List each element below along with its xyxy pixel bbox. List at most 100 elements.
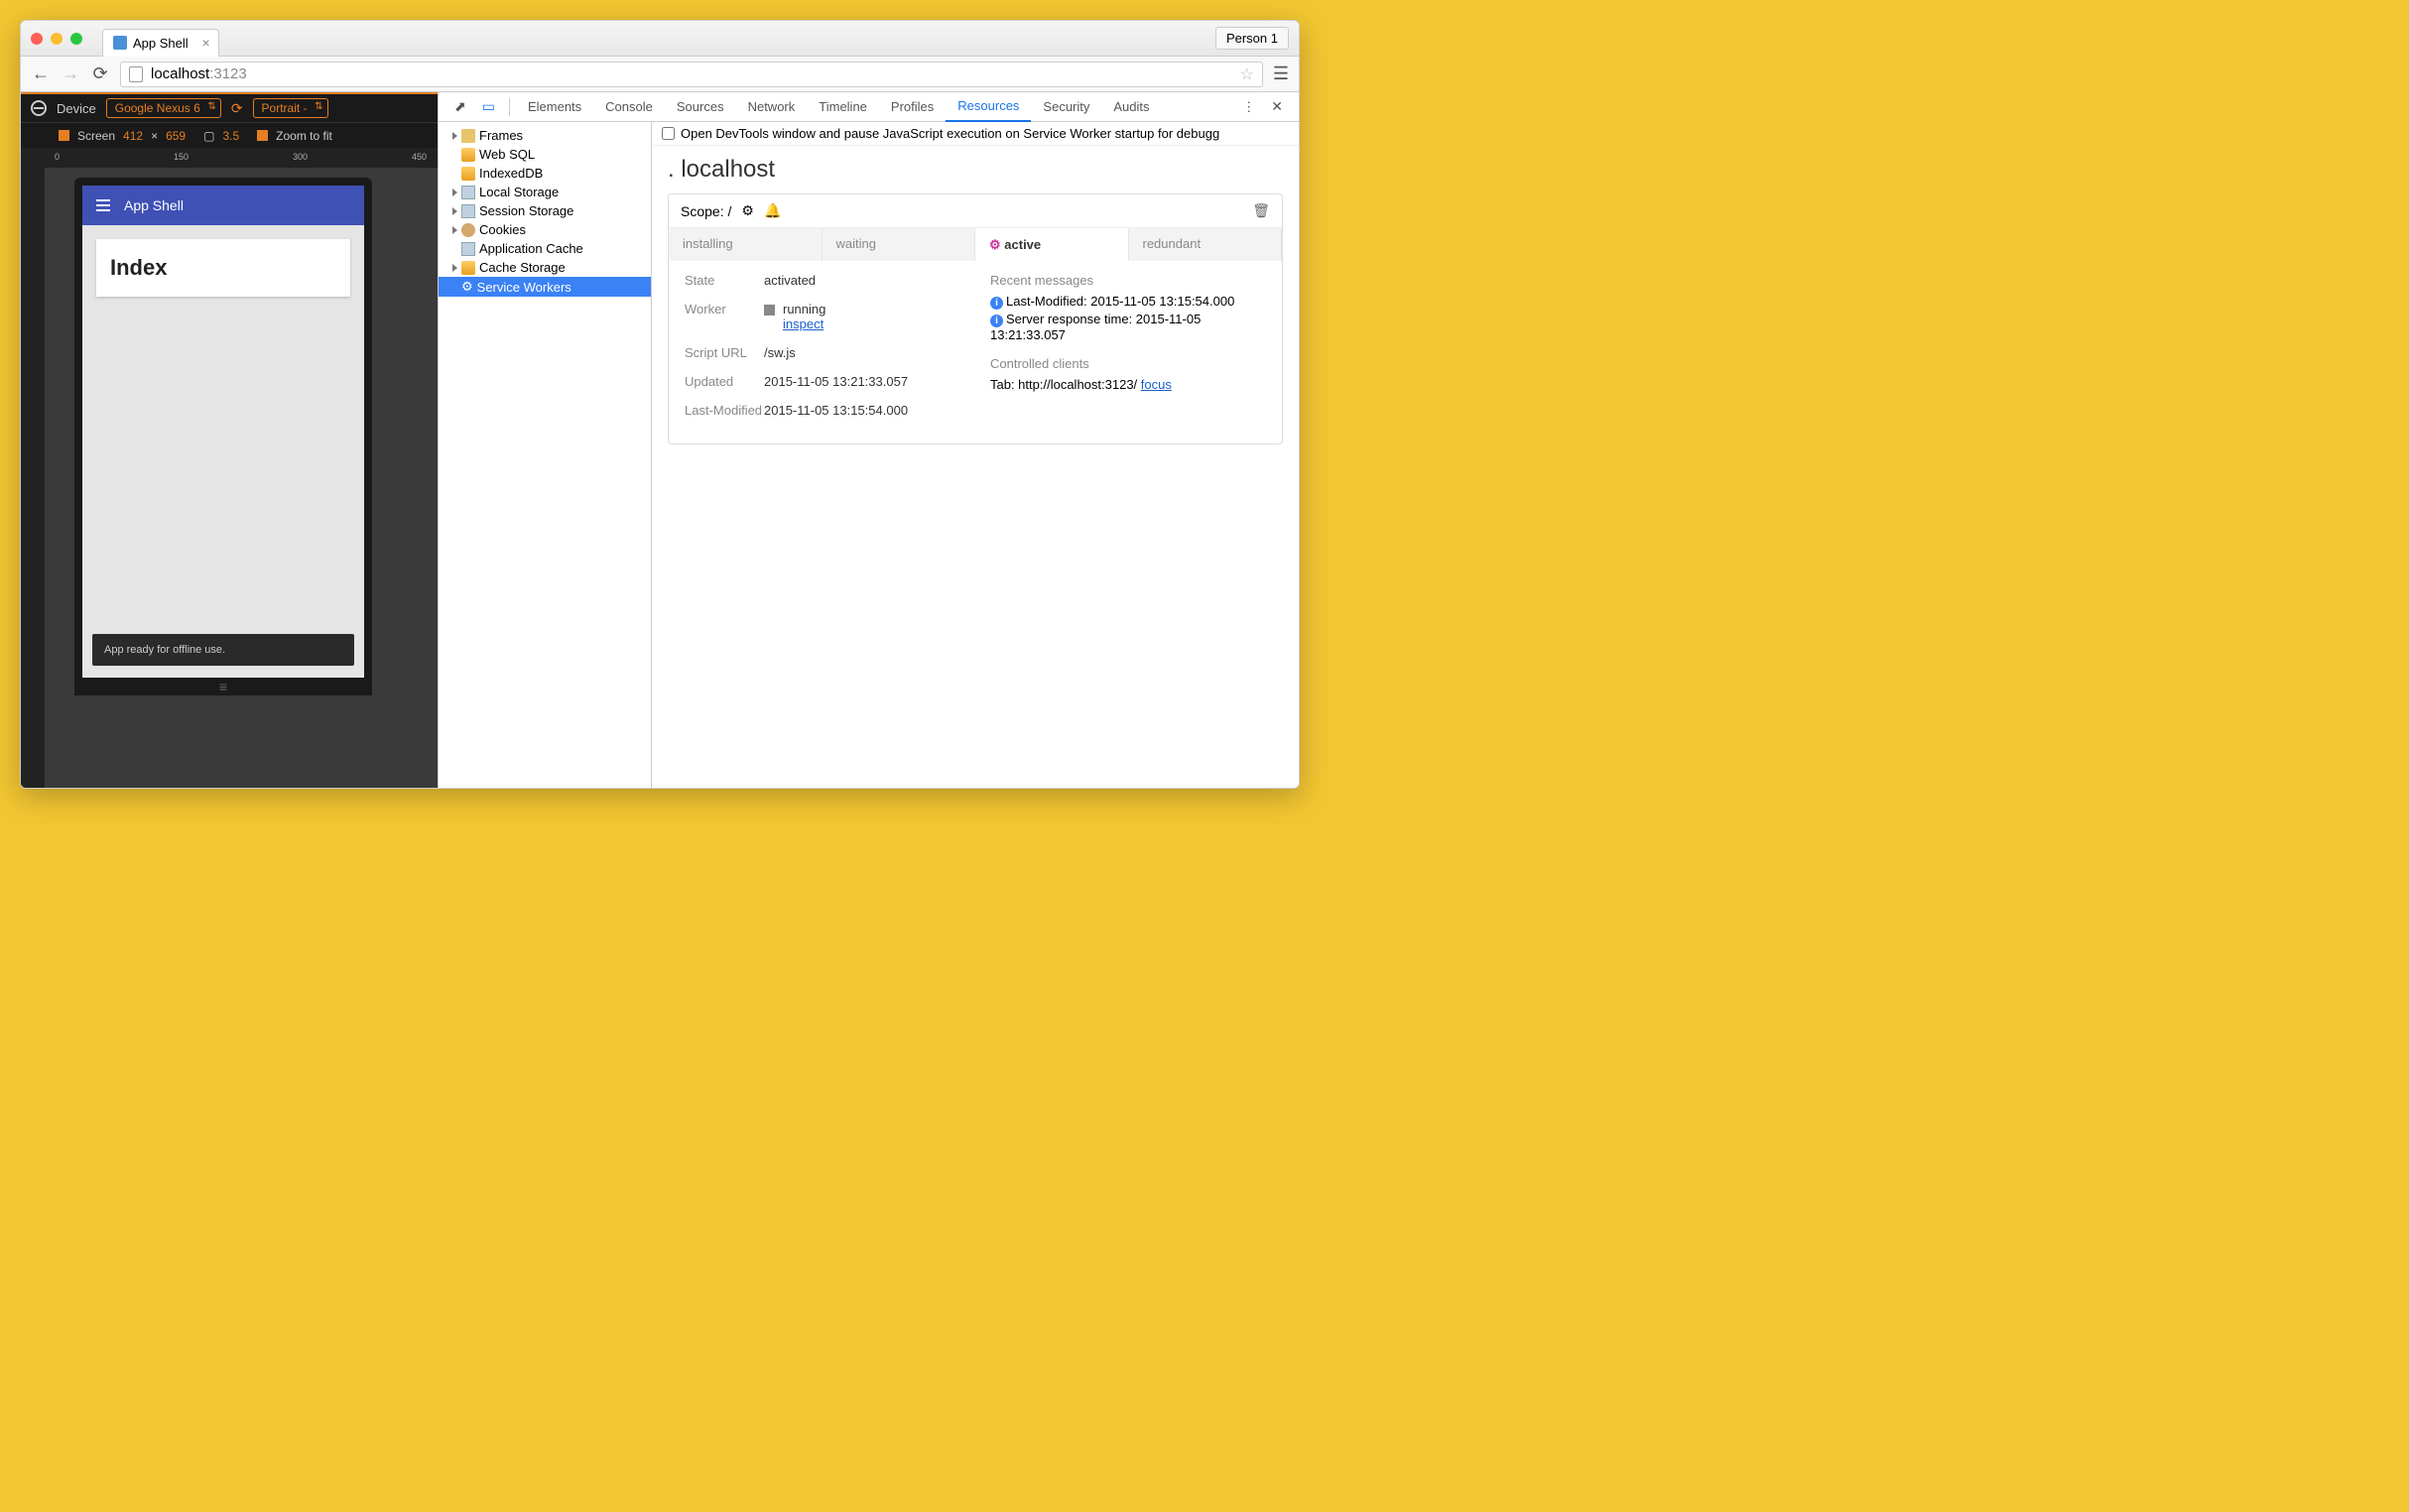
- site-info-icon[interactable]: [129, 66, 143, 82]
- sw-bell-icon[interactable]: 🔔: [764, 202, 781, 219]
- close-tab-button[interactable]: ×: [201, 35, 209, 51]
- close-window-button[interactable]: [31, 33, 43, 45]
- browser-tab[interactable]: App Shell ×: [102, 29, 219, 57]
- device-mode-panel: Device Google Nexus 6 ⟳ Portrait - Scree…: [21, 92, 438, 788]
- stop-worker-icon[interactable]: [764, 305, 775, 315]
- titlebar: App Shell × Person 1: [21, 21, 1299, 57]
- android-nav-bar: ≡: [74, 678, 372, 695]
- sw-tab-active[interactable]: ⚙ active: [975, 228, 1129, 261]
- screen-label: Screen: [77, 129, 115, 143]
- no-throttling-icon[interactable]: [31, 100, 47, 116]
- resource-item-frames[interactable]: Frames: [439, 126, 651, 145]
- sw-tab-redundant[interactable]: redundant: [1129, 228, 1283, 261]
- devtools-tab-timeline[interactable]: Timeline: [807, 92, 879, 122]
- device-refresh-icon[interactable]: ⟳: [231, 100, 243, 117]
- profile-button[interactable]: Person 1: [1215, 27, 1289, 50]
- sw-delete-icon[interactable]: 🗑: [1252, 202, 1270, 219]
- screen-checkbox[interactable]: [59, 130, 69, 141]
- devtools-tab-resources[interactable]: Resources: [946, 92, 1031, 122]
- resource-item-cache-storage[interactable]: Cache Storage: [439, 258, 651, 277]
- traffic-lights: [31, 33, 82, 45]
- inspect-element-icon[interactable]: ⬈: [446, 98, 474, 115]
- devtools-tab-sources[interactable]: Sources: [665, 92, 736, 122]
- sw-tab-installing[interactable]: installing: [669, 228, 823, 261]
- resources-tree: FramesWeb SQLIndexedDBLocal StorageSessi…: [439, 122, 652, 788]
- offline-toast: App ready for offline use.: [92, 634, 354, 666]
- expand-icon: [452, 226, 457, 234]
- sw-modified-label: Last-Modified: [685, 403, 764, 418]
- screen-height[interactable]: 659: [166, 129, 186, 143]
- devtools-tab-console[interactable]: Console: [593, 92, 665, 122]
- info-icon: i: [990, 315, 1003, 327]
- sw-state-label: State: [685, 273, 764, 288]
- sw-modified-value: 2015-11-05 13:15:54.000: [764, 403, 908, 418]
- sw-tab-waiting[interactable]: waiting: [823, 228, 976, 261]
- horizontal-ruler: 0 150 300 450: [45, 148, 438, 168]
- sw-inspect-link[interactable]: inspect: [783, 316, 824, 331]
- back-button[interactable]: ←: [31, 63, 51, 84]
- menu-icon[interactable]: [96, 204, 110, 206]
- devtools-tab-profiles[interactable]: Profiles: [879, 92, 946, 122]
- devtools-tab-network[interactable]: Network: [736, 92, 808, 122]
- devtools-tab-security[interactable]: Security: [1031, 92, 1101, 122]
- sw-msg-2: Server response time: 2015-11-05 13:21:3…: [990, 312, 1201, 342]
- sw-focus-link[interactable]: focus: [1141, 377, 1172, 392]
- sw-client-text: Tab: http://localhost:3123/: [990, 377, 1141, 392]
- info-icon: i: [990, 297, 1003, 310]
- db-icon: [461, 261, 475, 275]
- browser-toolbar: ← → ⟳ localhost:3123 ☆ ☰: [21, 57, 1299, 92]
- zoom-checkbox[interactable]: [257, 130, 268, 141]
- screen-width[interactable]: 412: [123, 129, 143, 143]
- resource-item-web-sql[interactable]: Web SQL: [439, 145, 651, 164]
- sw-pause-checkbox[interactable]: [662, 127, 675, 140]
- url-port: :3123: [209, 65, 247, 82]
- devtools-close-icon[interactable]: ✕: [1263, 98, 1291, 115]
- device-select[interactable]: Google Nexus 6: [106, 98, 221, 118]
- devtools-tab-audits[interactable]: Audits: [1101, 92, 1161, 122]
- zoom-label: Zoom to fit: [276, 129, 332, 143]
- device-mode-toggle-icon[interactable]: ▭: [474, 98, 503, 115]
- folder-icon: [461, 129, 475, 143]
- sw-settings-icon[interactable]: ⚙: [741, 202, 754, 219]
- resource-item-indexeddb[interactable]: IndexedDB: [439, 164, 651, 183]
- sw-script-value: /sw.js: [764, 345, 796, 360]
- minimize-window-button[interactable]: [51, 33, 63, 45]
- orientation-select[interactable]: Portrait -: [253, 98, 328, 118]
- reload-button[interactable]: ⟳: [90, 63, 110, 84]
- chrome-menu-button[interactable]: ☰: [1273, 63, 1289, 84]
- sw-updated-value: 2015-11-05 13:21:33.057: [764, 374, 908, 389]
- sw-panel: Scope: / ⚙ 🔔 🗑 installingwaiting⚙ active…: [668, 193, 1283, 444]
- resource-item-local-storage[interactable]: Local Storage: [439, 183, 651, 201]
- resource-item-session-storage[interactable]: Session Storage: [439, 201, 651, 220]
- resource-item-cookies[interactable]: Cookies: [439, 220, 651, 239]
- address-bar[interactable]: localhost:3123 ☆: [120, 62, 1263, 87]
- forward-button[interactable]: →: [61, 63, 80, 84]
- gear-icon: ⚙: [461, 279, 473, 295]
- devtools-tab-elements[interactable]: Elements: [516, 92, 593, 122]
- cookie-icon: [461, 223, 475, 237]
- resource-item-service-workers[interactable]: ⚙Service Workers: [439, 277, 651, 297]
- sw-details: Stateactivated Workerrunninginspect Scri…: [669, 261, 1282, 443]
- page-favicon: [113, 36, 127, 50]
- card-heading: Index: [110, 255, 336, 281]
- sw-debug-banner: Open DevTools window and pause JavaScrip…: [652, 122, 1299, 146]
- devtools-body: FramesWeb SQLIndexedDBLocal StorageSessi…: [439, 122, 1299, 788]
- emulated-screen[interactable]: App Shell Index App ready for offline us…: [82, 186, 364, 686]
- sw-worker-label: Worker: [685, 302, 764, 331]
- app-bar: App Shell: [82, 186, 364, 225]
- devtools-more-icon[interactable]: ⋮: [1234, 99, 1263, 115]
- bookmark-star-icon[interactable]: ☆: [1240, 64, 1254, 84]
- sw-state-tabs: installingwaiting⚙ activeredundant: [669, 228, 1282, 261]
- sw-clients-title: Controlled clients: [990, 356, 1266, 371]
- expand-icon: [452, 189, 457, 196]
- zoom-window-button[interactable]: [70, 33, 82, 45]
- db-icon: [461, 148, 475, 162]
- sw-host-heading: . localhost: [652, 146, 1299, 188]
- storage-icon: [461, 186, 475, 199]
- sw-state-value: activated: [764, 273, 816, 288]
- expand-icon: [452, 132, 457, 140]
- resource-item-application-cache[interactable]: Application Cache: [439, 239, 651, 258]
- tab-title: App Shell: [133, 36, 189, 51]
- content-card: Index: [96, 239, 350, 297]
- device-pixel-ratio[interactable]: 3.5: [222, 129, 239, 143]
